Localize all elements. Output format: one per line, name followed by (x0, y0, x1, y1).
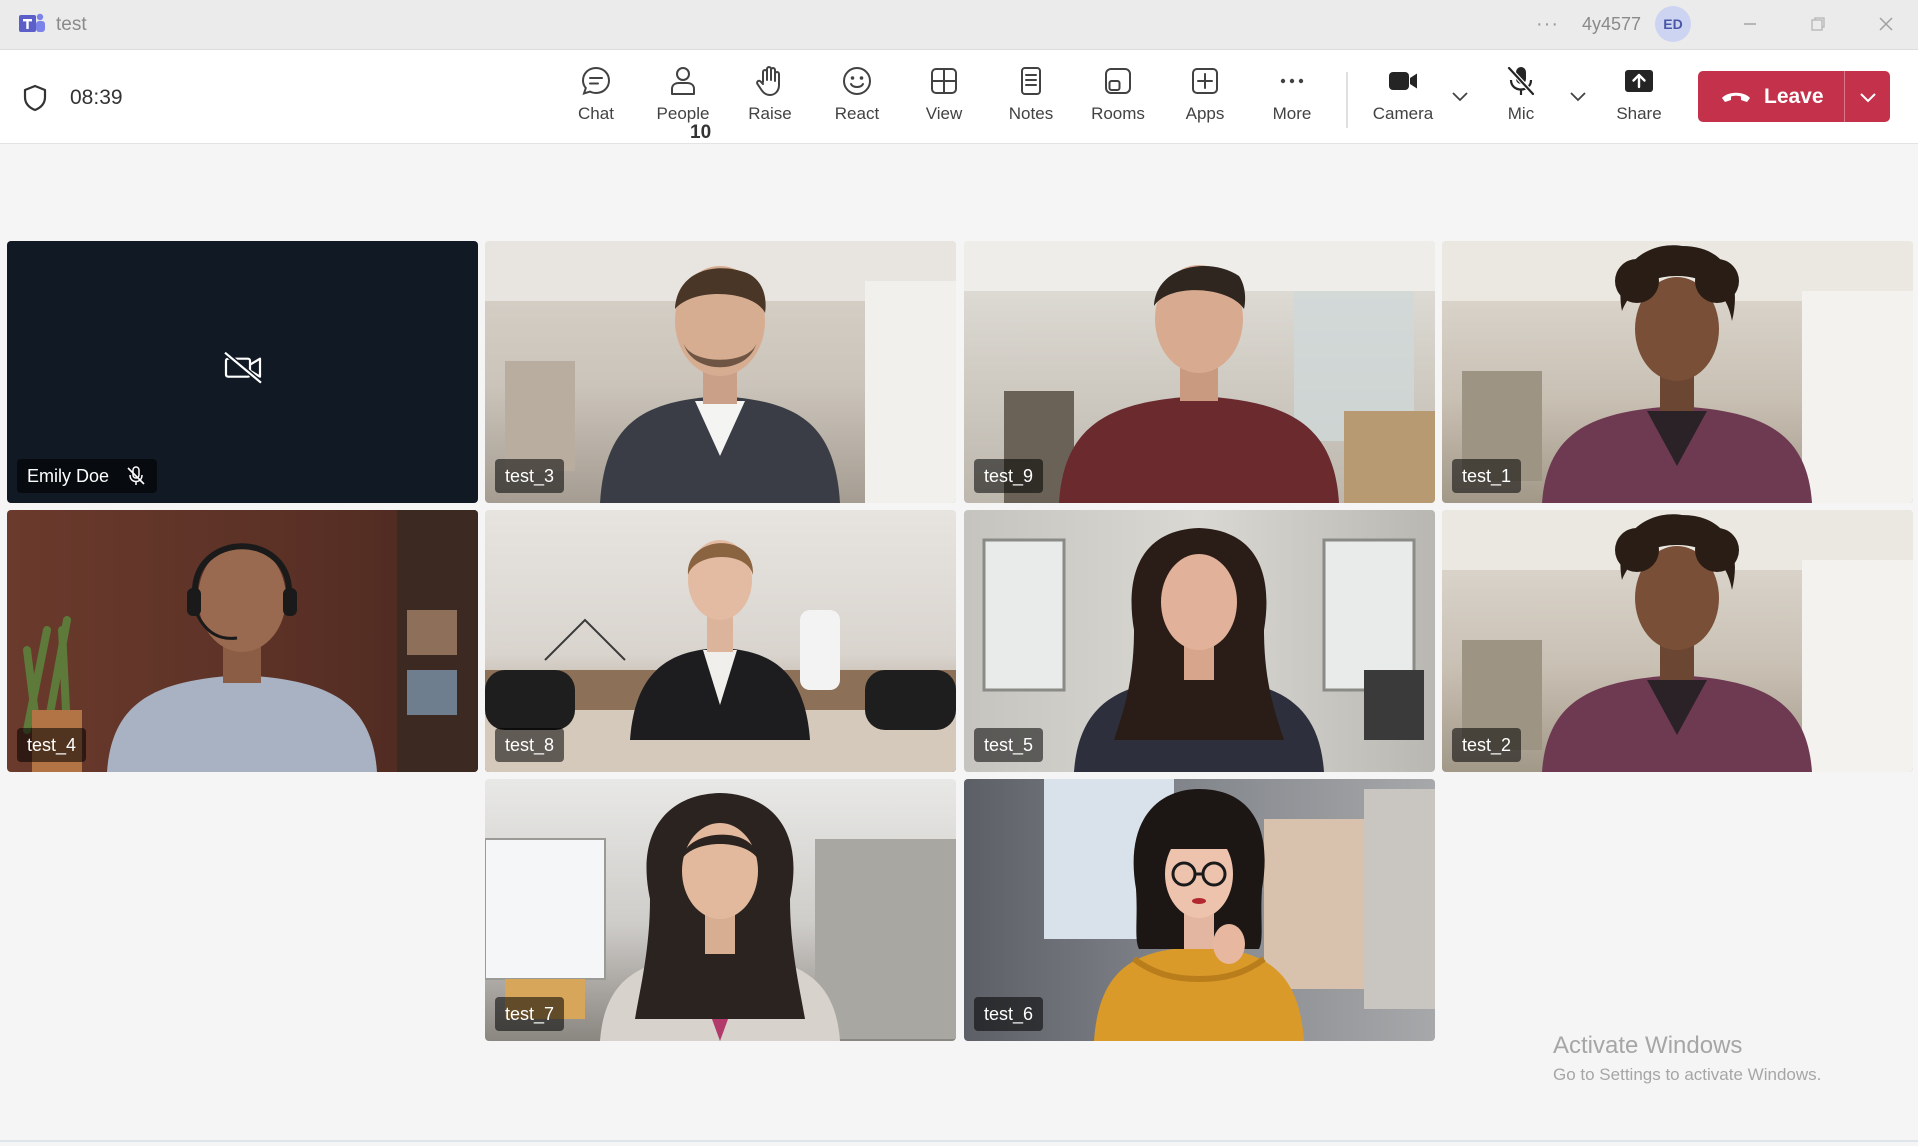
mic-off-icon (1507, 66, 1535, 96)
participant-name-tag: test_7 (495, 997, 565, 1031)
share-label: Share (1616, 104, 1662, 123)
rooms-button[interactable]: Rooms (1076, 64, 1160, 134)
video-tile[interactable]: test_7 (485, 779, 956, 1041)
participant-name-tag: test_2 (1452, 728, 1522, 762)
leave-label: Leave (1764, 84, 1824, 108)
notes-icon (1021, 67, 1041, 95)
share-button[interactable]: Share (1597, 64, 1681, 134)
leave-button[interactable]: Leave (1698, 71, 1890, 122)
view-icon (931, 68, 957, 94)
participant-name: test_9 (984, 465, 1034, 486)
participant-name: test_3 (505, 465, 555, 486)
camera-label: Camera (1372, 104, 1434, 123)
avatar[interactable]: ED (1655, 6, 1691, 42)
people-icon (671, 67, 695, 95)
react-button[interactable]: React (815, 64, 899, 134)
participant-name-tag: test_4 (17, 728, 87, 762)
participant-name: test_1 (1462, 465, 1512, 486)
rooms-icon (1105, 68, 1131, 94)
chevron-down-icon (1859, 92, 1876, 102)
meeting-toolbar: 08:39 Chat People 10 Raise React View No… (0, 50, 1918, 144)
shield-icon[interactable] (22, 84, 48, 112)
video-tile[interactable]: test_5 (964, 510, 1435, 772)
camera-button[interactable]: Camera (1361, 64, 1445, 134)
participant-name-tag: test_9 (974, 459, 1044, 493)
people-button[interactable]: People (641, 64, 725, 134)
more-icon (1280, 78, 1304, 84)
toolbar-divider (1346, 72, 1348, 128)
video-tile[interactable]: test_2 (1442, 510, 1913, 772)
activation-watermark-subtitle: Go to Settings to activate Windows. (1553, 1065, 1822, 1084)
react-label: React (834, 104, 880, 123)
video-tile[interactable]: test_1 (1442, 241, 1913, 503)
participant-name: test_4 (27, 734, 77, 755)
view-button[interactable]: View (902, 64, 986, 134)
camera-off-icon (222, 350, 263, 385)
mic-button[interactable]: Mic (1479, 64, 1563, 134)
minimize-icon[interactable] (1738, 12, 1762, 36)
raise-hand-icon (756, 66, 780, 96)
more-label: More (1272, 104, 1312, 123)
notes-button[interactable]: Notes (989, 64, 1073, 134)
participant-name-tag: test_5 (974, 728, 1044, 762)
titlebar-more-icon[interactable]: ··· (1536, 13, 1559, 36)
raise-hand-button[interactable]: Raise (728, 64, 812, 134)
chevron-down-icon[interactable] (1448, 84, 1472, 108)
share-icon (1625, 70, 1653, 92)
video-tile[interactable]: test_6 (964, 779, 1435, 1041)
account-code: 4y4577 (1582, 14, 1642, 34)
activation-watermark-title: Activate Windows (1553, 1032, 1743, 1059)
mic-label: Mic (1507, 104, 1535, 123)
apps-button[interactable]: Apps (1163, 64, 1247, 134)
chat-label: Chat (578, 104, 614, 123)
window-title: test (56, 14, 87, 35)
participant-name: test_8 (505, 734, 555, 755)
rooms-label: Rooms (1091, 104, 1145, 123)
participant-name: test_6 (984, 1003, 1034, 1024)
close-icon[interactable] (1874, 12, 1898, 36)
participant-name-tag: test_3 (495, 459, 565, 493)
leave-options-button[interactable] (1845, 71, 1890, 122)
camera-icon (1389, 72, 1417, 90)
raise-label: Raise (748, 104, 792, 123)
participant-name-tag: test_6 (974, 997, 1044, 1031)
chevron-down-icon[interactable] (1566, 84, 1590, 108)
video-tile[interactable]: test_4 (7, 510, 478, 772)
chat-button[interactable]: Chat (554, 64, 638, 134)
leave-main-button[interactable]: Leave (1698, 71, 1844, 122)
participant-name: test_5 (984, 734, 1034, 755)
participant-name-tag: test_8 (495, 728, 565, 762)
people-label: People (656, 104, 710, 123)
apps-icon (1192, 68, 1218, 94)
video-tile[interactable]: test_8 (485, 510, 956, 772)
meeting-timer: 08:39 (70, 86, 123, 109)
teams-logo-icon (19, 13, 45, 32)
participant-name: test_7 (505, 1003, 555, 1024)
participant-name-tag: Emily Doe (17, 459, 158, 493)
mic-off-icon (127, 466, 145, 485)
restore-icon[interactable] (1806, 12, 1830, 36)
phone-hangup-icon (1722, 92, 1750, 102)
react-icon (843, 67, 871, 95)
participant-name: Emily Doe (27, 465, 110, 486)
participant-name-tag: test_1 (1452, 459, 1522, 493)
window-title-bar: test ··· 4y4577 ED (0, 0, 1918, 50)
participant-name: test_2 (1462, 734, 1512, 755)
video-tile[interactable]: test_3 (485, 241, 956, 503)
more-button[interactable]: More (1250, 64, 1334, 134)
apps-label: Apps (1185, 104, 1225, 123)
notes-label: Notes (1008, 104, 1054, 123)
video-tile[interactable]: Emily Doe (7, 241, 478, 503)
bottom-border (0, 1140, 1918, 1142)
video-tile[interactable]: test_9 (964, 241, 1435, 503)
view-label: View (925, 104, 963, 123)
chat-icon (581, 66, 611, 96)
people-count-badge: 10 (690, 122, 712, 143)
